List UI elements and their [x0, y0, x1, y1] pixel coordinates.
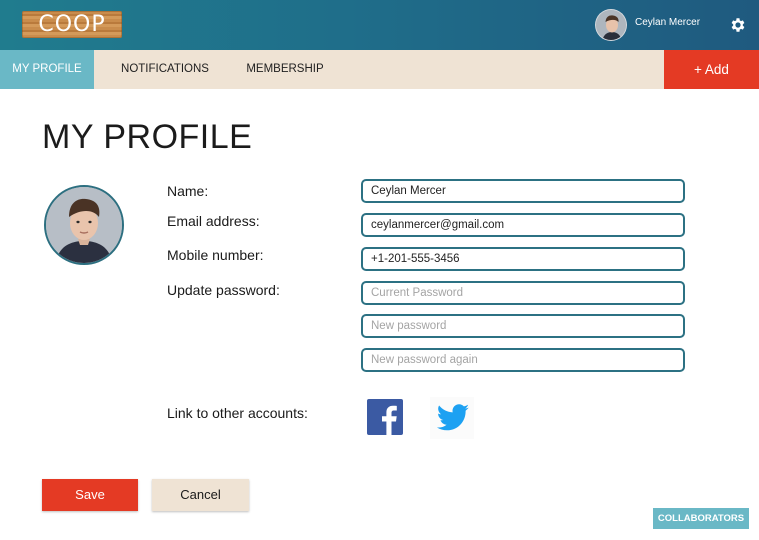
- profile-photo-icon: [46, 187, 122, 263]
- new-password-again-field[interactable]: [361, 348, 685, 372]
- current-password-field[interactable]: [361, 281, 685, 305]
- name-field[interactable]: [361, 179, 685, 203]
- collaborators-button[interactable]: COLLABORATORS: [653, 508, 749, 529]
- user-name[interactable]: Ceylan Mercer: [635, 17, 700, 28]
- twitter-icon: [436, 404, 469, 431]
- tab-notifications[interactable]: NOTIFICATIONS: [112, 50, 218, 89]
- page-title: MY PROFILE: [42, 118, 253, 156]
- mobile-label: Mobile number:: [167, 247, 264, 263]
- email-label: Email address:: [167, 213, 260, 229]
- nav-bar: MY PROFILE NOTIFICATIONS MEMBERSHIP: [0, 50, 759, 89]
- tab-my-profile[interactable]: MY PROFILE: [0, 50, 94, 89]
- save-button[interactable]: Save: [42, 479, 138, 511]
- add-button[interactable]: + Add: [664, 50, 759, 89]
- twitter-button[interactable]: [430, 397, 474, 439]
- coop-logo[interactable]: COOP: [22, 11, 122, 38]
- gear-icon[interactable]: [729, 16, 747, 34]
- top-header: COOP Ceylan Mercer: [0, 0, 759, 50]
- user-avatar-icon: [596, 10, 626, 40]
- name-label: Name:: [167, 183, 209, 199]
- logo-text: COOP: [38, 12, 106, 37]
- link-accounts-label: Link to other accounts:: [167, 405, 308, 421]
- email-field[interactable]: [361, 213, 685, 237]
- cancel-button[interactable]: Cancel: [152, 479, 249, 511]
- facebook-icon[interactable]: [367, 399, 403, 435]
- mobile-field[interactable]: [361, 247, 685, 271]
- profile-avatar[interactable]: [44, 185, 124, 265]
- header-avatar[interactable]: [595, 9, 627, 41]
- password-label: Update password:: [167, 282, 280, 298]
- tab-membership[interactable]: MEMBERSHIP: [238, 50, 332, 89]
- new-password-field[interactable]: [361, 314, 685, 338]
